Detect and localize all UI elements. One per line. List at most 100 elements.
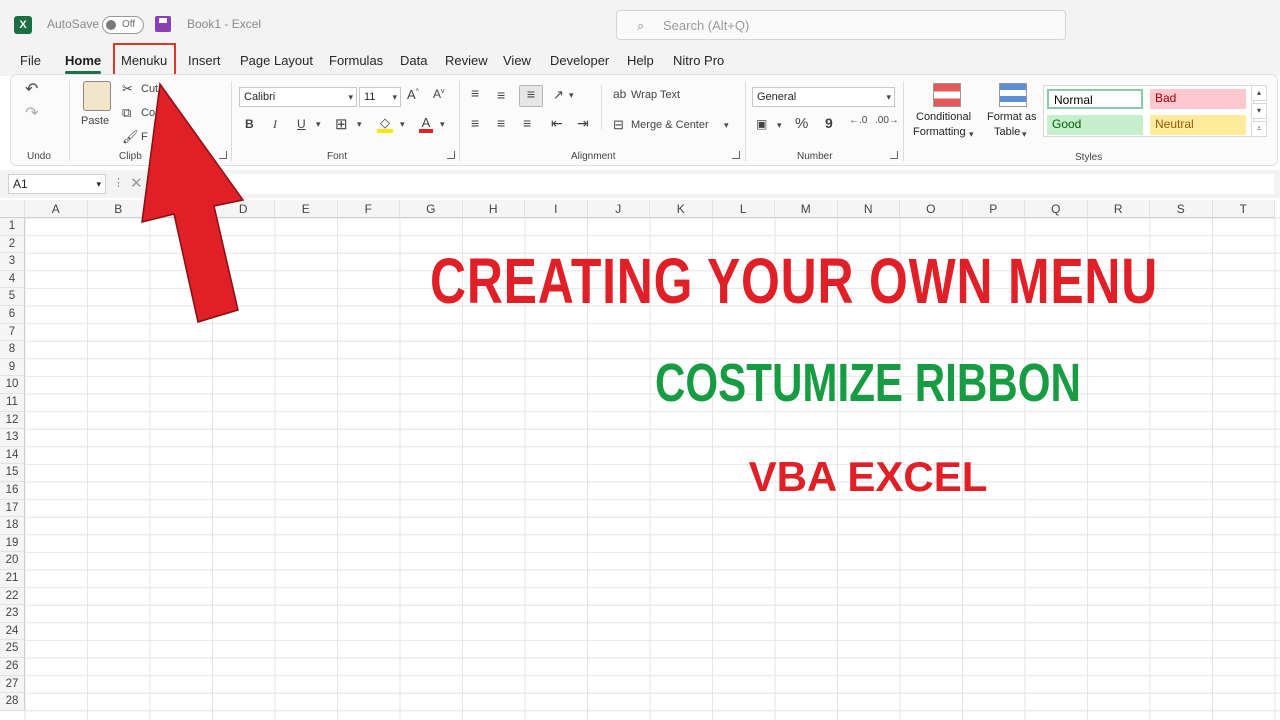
- row-header[interactable]: 5: [0, 288, 25, 306]
- chevron-down-icon[interactable]: ▾: [1022, 129, 1027, 140]
- merge-center-icon[interactable]: ⊟: [613, 117, 624, 133]
- row-header[interactable]: 21: [0, 570, 25, 588]
- row-header[interactable]: 20: [0, 552, 25, 570]
- column-header[interactable]: P: [962, 200, 1025, 218]
- align-right-icon[interactable]: ≡: [523, 115, 531, 131]
- align-left-icon[interactable]: ≡: [471, 115, 479, 131]
- row-header[interactable]: 4: [0, 270, 25, 289]
- select-all-corner[interactable]: [0, 200, 25, 218]
- row-header[interactable]: 23: [0, 605, 25, 623]
- column-header[interactable]: K: [650, 200, 713, 218]
- chevron-down-icon[interactable]: ▾: [969, 129, 974, 140]
- undo-icon[interactable]: ↶: [25, 79, 38, 99]
- row-header[interactable]: 12: [0, 411, 25, 430]
- style-good[interactable]: Good: [1047, 115, 1143, 135]
- increase-indent-icon[interactable]: ⇥: [577, 115, 589, 132]
- row-header[interactable]: 16: [0, 482, 25, 500]
- chevron-down-icon[interactable]: ▾: [724, 120, 729, 131]
- align-top-icon[interactable]: ≡: [471, 85, 479, 101]
- column-header[interactable]: R: [1087, 200, 1150, 218]
- copy-label[interactable]: Co: [141, 107, 155, 119]
- column-header[interactable]: G: [400, 200, 463, 218]
- style-bad[interactable]: Bad: [1150, 89, 1246, 109]
- column-header[interactable]: J: [587, 200, 650, 218]
- borders-icon[interactable]: ⊞: [335, 115, 348, 133]
- format-as-table-icon[interactable]: [999, 83, 1027, 107]
- underline-button[interactable]: U: [297, 117, 306, 131]
- fill-color-icon[interactable]: ◇: [377, 115, 393, 133]
- tab-developer[interactable]: Developer: [550, 53, 609, 68]
- column-header[interactable]: H: [462, 200, 525, 218]
- tab-file[interactable]: File: [20, 53, 41, 68]
- tab-formulas[interactable]: Formulas: [329, 53, 383, 68]
- number-format-dropdown[interactable]: General ▾: [752, 87, 895, 107]
- row-header[interactable]: 13: [0, 429, 25, 447]
- conditional-formatting-icon[interactable]: [933, 83, 961, 107]
- tab-help[interactable]: Help: [627, 53, 654, 68]
- increase-decimal-icon[interactable]: ←.0: [849, 115, 867, 126]
- copy-icon[interactable]: ⧉: [122, 105, 131, 121]
- more-options-icon[interactable]: ⋮: [113, 176, 124, 189]
- orientation-icon[interactable]: ↗: [553, 87, 564, 103]
- save-icon[interactable]: [155, 16, 171, 32]
- chevron-down-icon[interactable]: ▾: [569, 90, 574, 101]
- column-header[interactable]: F: [337, 200, 400, 218]
- row-header[interactable]: 11: [0, 394, 25, 412]
- decrease-font-icon[interactable]: Av: [433, 87, 445, 101]
- column-header[interactable]: N: [837, 200, 900, 218]
- chevron-down-icon[interactable]: ▾: [400, 119, 405, 130]
- name-box[interactable]: A1 ▾: [8, 174, 106, 194]
- merge-center-label[interactable]: Merge & Center: [631, 119, 709, 131]
- chevron-down-icon[interactable]: ▾: [357, 119, 362, 130]
- alignment-launcher-icon[interactable]: [732, 151, 740, 159]
- conditional-formatting-label-2[interactable]: Formatting: [913, 126, 966, 138]
- chevron-down-icon[interactable]: ▾: [316, 119, 321, 130]
- style-normal[interactable]: Normal: [1047, 89, 1143, 109]
- comma-button[interactable]: 9: [825, 115, 833, 131]
- decrease-indent-icon[interactable]: ⇤: [551, 115, 563, 132]
- row-header[interactable]: 7: [0, 323, 25, 342]
- font-name-dropdown[interactable]: Calibri ▾: [239, 87, 357, 107]
- font-launcher-icon[interactable]: [447, 151, 455, 159]
- wrap-text-label[interactable]: Wrap Text: [631, 89, 680, 101]
- column-header[interactable]: L: [712, 200, 775, 218]
- percent-button[interactable]: %: [795, 115, 808, 132]
- format-painter-label[interactable]: F: [141, 131, 148, 143]
- paste-icon[interactable]: [83, 81, 111, 111]
- row-header[interactable]: 25: [0, 640, 25, 658]
- row-header[interactable]: 14: [0, 446, 25, 465]
- chevron-down-icon[interactable]: ▾: [777, 120, 782, 131]
- row-header[interactable]: 24: [0, 622, 25, 641]
- row-header[interactable]: 8: [0, 341, 25, 359]
- column-header[interactable]: M: [775, 200, 838, 218]
- redo-icon[interactable]: ↷: [25, 103, 38, 123]
- column-header[interactable]: E: [275, 200, 338, 218]
- accounting-format-icon[interactable]: ▣: [756, 117, 767, 131]
- font-size-dropdown[interactable]: 11 ▾: [359, 87, 401, 107]
- chevron-down-icon[interactable]: ▾: [440, 119, 445, 130]
- bold-button[interactable]: B: [245, 117, 254, 131]
- row-header[interactable]: 27: [0, 675, 25, 694]
- tab-insert[interactable]: Insert: [188, 53, 221, 68]
- column-header[interactable]: B: [87, 200, 150, 218]
- row-header[interactable]: 28: [0, 693, 25, 711]
- cut-label[interactable]: Cut: [141, 83, 158, 95]
- formula-input[interactable]: [170, 174, 1274, 194]
- column-header[interactable]: A: [25, 200, 88, 218]
- scroll-down-icon[interactable]: ▾: [1251, 103, 1267, 119]
- style-neutral[interactable]: Neutral: [1150, 115, 1246, 135]
- conditional-formatting-label[interactable]: Conditional: [916, 111, 971, 123]
- format-as-table-label-2[interactable]: Table: [994, 126, 1020, 138]
- number-launcher-icon[interactable]: [890, 151, 898, 159]
- search-box[interactable]: ⌕ Search (Alt+Q): [616, 10, 1066, 40]
- row-header[interactable]: 17: [0, 499, 25, 518]
- column-header[interactable]: I: [525, 200, 588, 218]
- paste-label[interactable]: Paste: [81, 115, 109, 127]
- font-color-icon[interactable]: A: [419, 115, 433, 133]
- increase-font-icon[interactable]: A^: [407, 87, 419, 102]
- row-header[interactable]: 1: [0, 218, 25, 236]
- tab-data[interactable]: Data: [400, 53, 427, 68]
- scroll-up-icon[interactable]: ▴: [1251, 85, 1267, 101]
- row-header[interactable]: 19: [0, 534, 25, 553]
- align-middle-icon[interactable]: ≡: [497, 87, 505, 103]
